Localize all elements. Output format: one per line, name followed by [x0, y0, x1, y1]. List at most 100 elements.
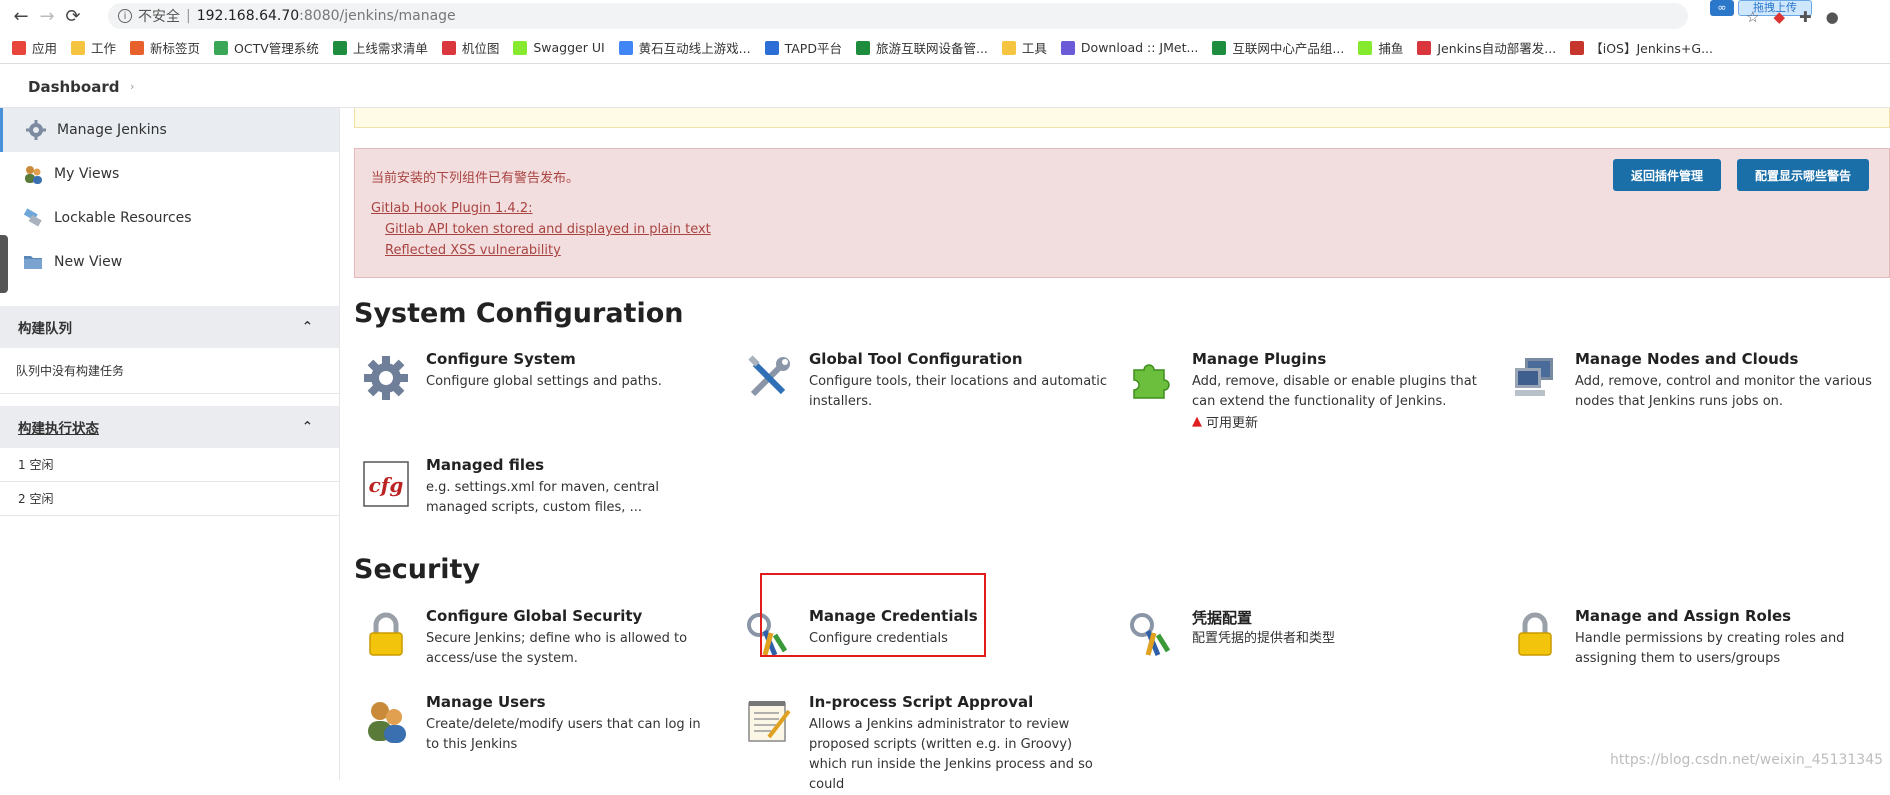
- reload-button[interactable]: ⟳: [60, 3, 86, 29]
- card-global-tool-configuration[interactable]: Global Tool Configuration Configure tool…: [737, 350, 1117, 430]
- card-title[interactable]: Managed files: [426, 456, 544, 474]
- executors-title[interactable]: 构建执行状态: [18, 417, 99, 437]
- bookmark-icon: [441, 40, 456, 55]
- card-desc: e.g. settings.xml for maven, central man…: [426, 480, 659, 515]
- sidebar-item-label: My Views: [54, 166, 120, 182]
- folder-icon: [22, 251, 44, 273]
- side-handle[interactable]: [0, 235, 8, 293]
- bookmark-icon: [1570, 40, 1585, 55]
- card-title[interactable]: In-process Script Approval: [809, 693, 1033, 711]
- card-title[interactable]: Configure Global Security: [426, 607, 642, 625]
- forward-button[interactable]: →: [34, 3, 60, 29]
- configure-warnings-button[interactable]: 配置显示哪些警告: [1737, 159, 1869, 191]
- card-desc: Handle permissions by creating roles and…: [1575, 631, 1845, 666]
- cloud-icon[interactable]: ∞: [1710, 0, 1734, 16]
- address-bar[interactable]: i 不安全 | 192.168.64.70 :8080/jenkins/mana…: [108, 3, 1688, 29]
- bookmark-item[interactable]: Jenkins自动部署发...: [1417, 38, 1556, 57]
- warning-link[interactable]: Gitlab API token stored and displayed in…: [385, 222, 711, 237]
- card-manage-nodes[interactable]: Manage Nodes and Clouds Add, remove, con…: [1503, 350, 1883, 430]
- bell-icon: ▲: [1192, 414, 1202, 429]
- bookmark-item[interactable]: OCTV管理系统: [214, 38, 319, 57]
- bookmark-item[interactable]: 工作: [71, 38, 116, 57]
- bookmark-icon: [1358, 40, 1373, 55]
- back-button[interactable]: ←: [8, 3, 34, 29]
- breadcrumb-dashboard[interactable]: Dashboard: [28, 78, 119, 96]
- bookmark-item[interactable]: 互联网中心产品组...: [1212, 38, 1344, 57]
- watermark: https://blog.csdn.net/weixin_45131345: [1610, 752, 1884, 768]
- bookmark-item[interactable]: 捕鱼: [1358, 38, 1403, 57]
- section-title-system: System Configuration: [354, 298, 684, 329]
- card-managed-files[interactable]: cfg Managed files e.g. settings.xml for …: [354, 456, 734, 536]
- bookmark-label: 【iOS】Jenkins+G...: [1590, 41, 1714, 56]
- profile-icon[interactable]: ●: [1826, 8, 1839, 26]
- puzzle-icon[interactable]: ✚: [1799, 8, 1812, 26]
- card-desc: Add, remove, disable or enable plugins t…: [1192, 374, 1477, 409]
- bookmark-label: TAPD平台: [784, 41, 842, 56]
- card-configure-global-security[interactable]: Configure Global Security Secure Jenkins…: [354, 607, 734, 679]
- sidebar-item-my-views[interactable]: My Views: [0, 152, 339, 196]
- sidebar-item-lockable-resources[interactable]: Lockable Resources: [0, 196, 339, 240]
- notepad-icon: [745, 697, 793, 745]
- bookmark-icon: [1212, 40, 1227, 55]
- url-host: 192.168.64.70: [196, 8, 300, 24]
- bookmark-item[interactable]: 新标签页: [130, 38, 200, 57]
- card-desc: Create/delete/modify users that can log …: [426, 717, 701, 752]
- info-icon[interactable]: i: [118, 9, 132, 23]
- card-manage-users[interactable]: Manage Users Create/delete/modify users …: [354, 693, 734, 765]
- bookmark-label: Jenkins自动部署发...: [1437, 41, 1557, 56]
- card-desc: Allows a Jenkins administrator to review…: [809, 717, 1093, 792]
- bookmark-item[interactable]: 应用: [12, 38, 57, 57]
- bookmark-item[interactable]: Download :: JMet...: [1060, 40, 1198, 55]
- card-title[interactable]: Manage Plugins: [1192, 350, 1326, 368]
- bookmark-icon: [1417, 40, 1432, 55]
- bookmark-item[interactable]: TAPD平台: [764, 38, 842, 57]
- gear-icon: [362, 354, 410, 402]
- bookmark-item[interactable]: 黄石互动线上游戏...: [618, 38, 751, 57]
- card-script-approval[interactable]: In-process Script Approval Allows a Jenk…: [737, 693, 1117, 792]
- bookmark-item[interactable]: 上线需求清单: [332, 38, 428, 57]
- sidebar-item-manage-jenkins[interactable]: Manage Jenkins: [0, 108, 339, 152]
- card-title[interactable]: Manage and Assign Roles: [1575, 607, 1791, 625]
- build-queue-empty: 队列中没有构建任务: [16, 364, 125, 378]
- executor-row: 2 空闲: [0, 482, 339, 516]
- card-title[interactable]: Manage Nodes and Clouds: [1575, 350, 1798, 368]
- card-configure-system[interactable]: Configure System Configure global settin…: [354, 350, 734, 430]
- sidebar-item-new-view[interactable]: New View: [0, 240, 339, 284]
- executors-header[interactable]: 构建执行状态 ⌃: [0, 406, 339, 448]
- card-manage-assign-roles[interactable]: Manage and Assign Roles Handle permissio…: [1503, 607, 1883, 679]
- plugin-link[interactable]: Gitlab Hook Plugin 1.4.2:: [371, 201, 532, 216]
- card-title[interactable]: Configure System: [426, 350, 576, 368]
- puzzle-icon: [1128, 354, 1176, 402]
- card-manage-plugins[interactable]: Manage Plugins Add, remove, disable or e…: [1120, 350, 1500, 440]
- updates-available[interactable]: ▲ 可用更新: [1192, 412, 1258, 431]
- collapse-icon[interactable]: ⌃: [302, 319, 313, 335]
- bookmark-item[interactable]: 机位图: [441, 38, 499, 57]
- sidebar: Manage Jenkins My Views Lockable Resourc…: [0, 108, 340, 780]
- notice-bar: [354, 108, 1890, 128]
- card-title[interactable]: Manage Users: [426, 693, 546, 711]
- bookmark-label: 上线需求清单: [352, 41, 428, 56]
- card-title[interactable]: 凭据配置: [1192, 607, 1252, 628]
- bookmark-icon: [332, 40, 347, 55]
- bookmark-item[interactable]: 【iOS】Jenkins+G...: [1570, 38, 1713, 57]
- extension-icon[interactable]: ◆: [1773, 8, 1785, 26]
- bookmark-item[interactable]: 工具: [1001, 38, 1047, 57]
- card-title[interactable]: Global Tool Configuration: [809, 350, 1023, 368]
- usb-icon: [22, 207, 44, 229]
- bookmark-label: OCTV管理系统: [234, 41, 319, 56]
- extension-icons: ☆ ◆ ✚ ●: [1746, 8, 1839, 26]
- warning-link[interactable]: Reflected XSS vulnerability: [385, 243, 561, 258]
- bookmark-item[interactable]: Swagger UI: [513, 40, 605, 55]
- lock-icon: [1511, 611, 1559, 659]
- build-queue-header[interactable]: 构建队列 ⌃: [0, 306, 339, 348]
- return-plugins-button[interactable]: 返回插件管理: [1613, 159, 1721, 191]
- card-credential-config[interactable]: 凭据配置 配置凭据的提供者和类型: [1120, 607, 1500, 679]
- collapse-icon[interactable]: ⌃: [302, 419, 313, 435]
- bookmark-icon: [214, 40, 229, 55]
- browser-toolbar: ← → ⟳ i 不安全 | 192.168.64.70 :8080/jenkin…: [0, 0, 1890, 32]
- sidebar-item-label: New View: [54, 254, 123, 270]
- people-icon: [22, 163, 44, 185]
- bookmark-item[interactable]: 旅游互联网设备管...: [855, 38, 988, 57]
- url-path: :8080/jenkins/manage: [299, 8, 456, 24]
- star-icon[interactable]: ☆: [1746, 8, 1759, 26]
